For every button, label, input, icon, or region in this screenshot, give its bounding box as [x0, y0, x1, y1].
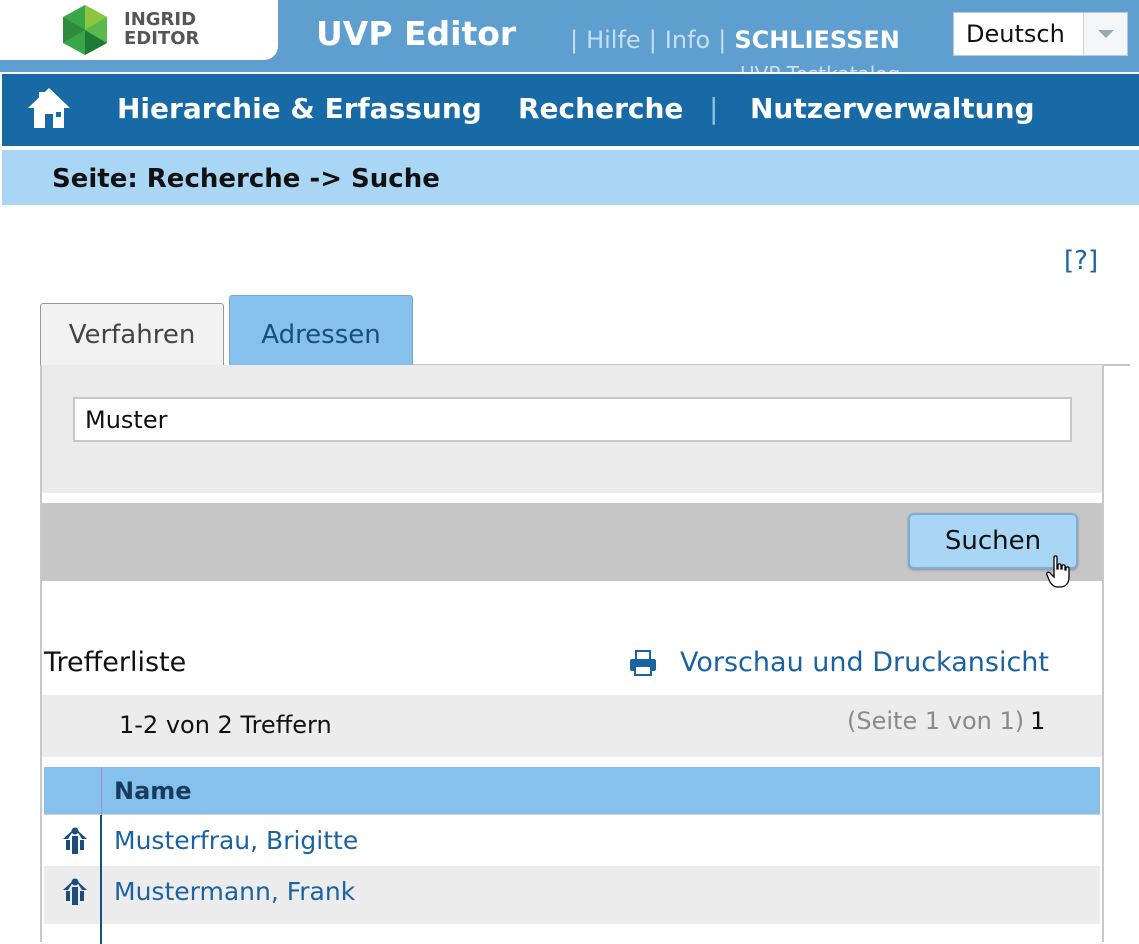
table-row[interactable]: Mustermann, Frank — [44, 866, 1100, 924]
logo-hex-icon — [63, 5, 107, 55]
page-number[interactable]: 1 — [1030, 707, 1045, 735]
icon-cell — [44, 815, 102, 866]
close-link[interactable]: SCHLIESSEN — [734, 26, 900, 54]
app-title: UVP Editor — [316, 14, 517, 53]
search-area — [42, 365, 1102, 493]
top-header: INGRID EDITOR UVP Editor | Hilfe | Info | SCH… — [0, 0, 1139, 72]
pager-bar: 1-2 von 2 Treffern (Seite 1 von 1) 1 — [42, 695, 1102, 757]
help-link[interactable]: [?] — [1064, 246, 1098, 276]
nav-hierarchie[interactable]: Hierarchie & Erfassung — [117, 92, 482, 125]
name-column-header[interactable]: Name — [114, 777, 192, 805]
main-nav: Hierarchie & Erfassung Recherche | Nutze… — [2, 72, 1139, 148]
language-value: Deutsch — [966, 20, 1065, 48]
breadcrumb: Seite: Recherche -> Suche — [52, 164, 440, 194]
table-row[interactable]: Musterfrau, Brigitte — [44, 815, 1100, 866]
info-link[interactable]: Info — [665, 26, 710, 54]
search-panel: Suchen Trefferliste Vorschau und Druckan… — [40, 365, 1104, 944]
icon-cell — [44, 866, 102, 924]
breadcrumb-bar: Seite: Recherche -> Suche — [2, 150, 1139, 205]
home-icon[interactable] — [26, 84, 72, 132]
result-name-link[interactable]: Musterfrau, Brigitte — [114, 826, 358, 855]
page-info: (Seite 1 von 1) 1 — [847, 707, 1046, 735]
table-header: Name — [44, 767, 1100, 815]
help-top-link[interactable]: Hilfe — [586, 26, 641, 54]
results-table: Name Musterfrau, Brigitte Mustermann, Fr… — [44, 767, 1100, 944]
print-preview-link[interactable]: Vorschau und Druckansicht — [628, 647, 1049, 678]
table-row-empty — [44, 924, 1100, 944]
button-bar: Suchen — [42, 503, 1102, 581]
results-title: Trefferliste — [44, 647, 187, 678]
top-links: | Hilfe | Info | SCHLIESSEN — [570, 26, 900, 54]
logo-text: INGRID EDITOR — [124, 9, 200, 49]
result-count: 1-2 von 2 Treffern — [119, 711, 332, 739]
chevron-down-icon — [1098, 30, 1114, 38]
tab-verfahren[interactable]: Verfahren — [40, 303, 224, 365]
nav-recherche[interactable]: Recherche — [518, 92, 683, 125]
search-input[interactable] — [73, 397, 1072, 442]
hand-cursor-icon — [1046, 555, 1070, 588]
dropdown-arrow[interactable] — [1083, 13, 1127, 55]
icon-cell — [44, 924, 102, 944]
user-info-clipped: UVP Testkatalog — [740, 64, 900, 72]
printer-icon — [630, 650, 656, 676]
logo[interactable]: INGRID EDITOR — [0, 0, 278, 60]
person-tree-icon — [63, 827, 87, 854]
nav-separator: | — [709, 92, 719, 125]
language-select[interactable]: Deutsch — [953, 12, 1128, 56]
person-tree-icon — [63, 878, 87, 905]
tab-adressen[interactable]: Adressen — [229, 295, 413, 365]
result-name-link[interactable]: Mustermann, Frank — [114, 877, 355, 906]
icon-column-header — [44, 767, 102, 815]
nav-nutzerverwaltung[interactable]: Nutzerverwaltung — [750, 92, 1035, 125]
